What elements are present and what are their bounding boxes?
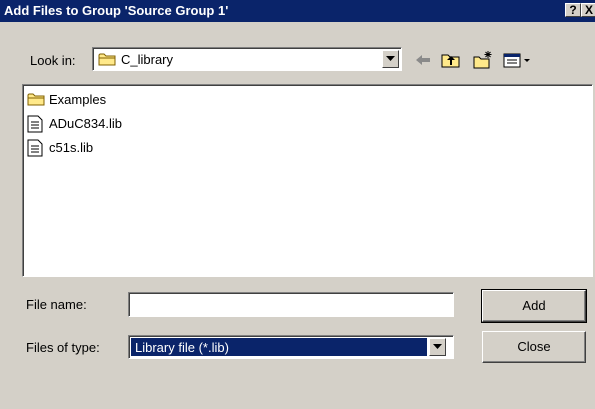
add-button-label: Add	[522, 298, 546, 313]
help-button[interactable]: ?	[565, 3, 581, 17]
close-button-label: Close	[517, 339, 551, 354]
file-list[interactable]: Examples ADuC834.lib c51s.lib	[22, 84, 593, 277]
file-icon	[27, 139, 43, 160]
chevron-down-icon	[386, 56, 395, 61]
look-in-combo[interactable]: C_library	[92, 47, 402, 71]
back-button[interactable]	[412, 50, 434, 70]
window-title: Add Files to Group 'Source Group 1'	[4, 3, 229, 18]
view-menu-button[interactable]	[502, 50, 532, 70]
file-name-label: File name:	[26, 297, 87, 312]
files-of-type-dropdown-button[interactable]	[429, 338, 446, 356]
close-button[interactable]: Close	[482, 331, 586, 363]
new-folder-button[interactable]	[472, 50, 494, 70]
list-item-label: c51s.lib	[49, 140, 94, 155]
folder-icon	[98, 51, 118, 70]
list-item-label: ADuC834.lib	[49, 116, 122, 131]
files-of-type-label: Files of type:	[26, 340, 100, 355]
look-in-value: C_library	[121, 52, 174, 67]
back-arrow-icon	[416, 55, 430, 65]
files-of-type-combo[interactable]: Library file (*.lib)	[128, 335, 454, 359]
view-menu-icon	[503, 53, 530, 68]
close-window-button[interactable]: X	[581, 3, 595, 17]
folder-icon	[27, 91, 47, 110]
look-in-dropdown-button[interactable]	[382, 50, 399, 68]
look-in-label: Look in:	[30, 53, 76, 68]
up-one-level-button[interactable]	[440, 50, 462, 70]
files-of-type-value: Library file (*.lib)	[135, 340, 229, 355]
up-folder-icon	[441, 54, 460, 68]
title-bar: Add Files to Group 'Source Group 1' ? X	[0, 0, 595, 22]
file-icon	[27, 115, 43, 136]
file-name-input[interactable]	[128, 292, 454, 317]
new-folder-icon	[473, 51, 492, 69]
chevron-down-icon	[433, 344, 442, 349]
list-item-label: Examples	[49, 92, 107, 107]
add-button[interactable]: Add	[481, 289, 587, 323]
